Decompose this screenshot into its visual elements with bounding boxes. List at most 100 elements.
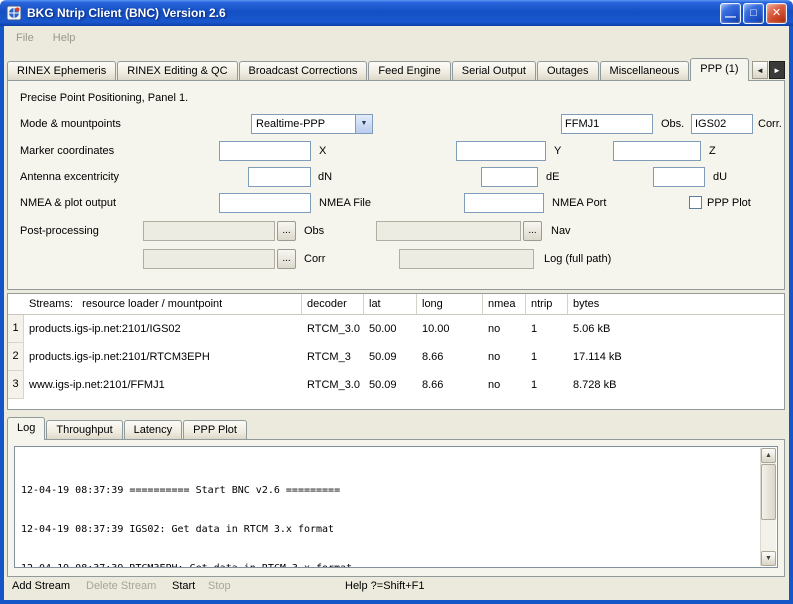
scrollbar-thumb[interactable] bbox=[761, 464, 776, 520]
antenna-de-label: dE bbox=[546, 171, 559, 183]
log-line: 12-04-19 08:37:39 IGS02: Get data in RTC… bbox=[21, 523, 755, 536]
stream-row-1[interactable]: 1 products.igs-ip.net:2101/IGS02 RTCM_3.… bbox=[8, 315, 784, 343]
antenna-du-field[interactable] bbox=[653, 167, 705, 187]
ppp-mode-value: Realtime-PPP bbox=[252, 115, 355, 133]
combo-dropdown-icon[interactable]: ▼ bbox=[355, 115, 372, 133]
post-nav-field[interactable] bbox=[376, 221, 521, 241]
tab-serial-output[interactable]: Serial Output bbox=[452, 61, 536, 80]
antenna-dn-label: dN bbox=[318, 171, 332, 183]
post-corr-field[interactable] bbox=[143, 249, 275, 269]
antenna-de-field[interactable] bbox=[481, 167, 538, 187]
title-bar[interactable]: BKG Ntrip Client (BNC) Version 2.6 — □ ✕ bbox=[0, 0, 793, 26]
cell-nmea: no bbox=[483, 323, 526, 335]
tab-ppp-plot[interactable]: PPP Plot bbox=[183, 420, 247, 439]
app-icon bbox=[6, 5, 22, 21]
ppp-plot-checkbox[interactable] bbox=[689, 196, 702, 209]
col-decoder[interactable]: decoder bbox=[302, 294, 364, 314]
obs-label: Obs. bbox=[661, 118, 684, 130]
stream-row-3[interactable]: 3 www.igs-ip.net:2101/FFMJ1 RTCM_3.0 50.… bbox=[8, 371, 784, 399]
post-obs-label: Obs bbox=[304, 225, 324, 237]
antenna-dn-field[interactable] bbox=[248, 167, 311, 187]
corr-mountpoint-field[interactable] bbox=[691, 114, 753, 134]
marker-y-field[interactable] bbox=[456, 141, 546, 161]
tab-ppp-1[interactable]: PPP (1) bbox=[690, 58, 748, 81]
tab-rinex-editing-qc[interactable]: RINEX Editing & QC bbox=[117, 61, 237, 80]
tab-throughput[interactable]: Throughput bbox=[46, 420, 122, 439]
col-ntrip[interactable]: ntrip bbox=[526, 294, 568, 314]
log-line: 12-04-19 08:37:39 ========== Start BNC v… bbox=[21, 484, 755, 497]
post-log-field[interactable] bbox=[399, 249, 534, 269]
cell-lat: 50.09 bbox=[364, 379, 417, 391]
cell-ntrip: 1 bbox=[526, 379, 568, 391]
scroll-up-icon[interactable]: ▲ bbox=[761, 448, 776, 463]
maximize-button[interactable]: □ bbox=[743, 3, 764, 24]
tab-log[interactable]: Log bbox=[7, 417, 45, 440]
cell-decoder: RTCM_3.0 bbox=[302, 323, 364, 335]
tab-feed-engine[interactable]: Feed Engine bbox=[368, 61, 450, 80]
cell-long: 8.66 bbox=[417, 379, 483, 391]
tab-rinex-ephemeris[interactable]: RINEX Ephemeris bbox=[7, 61, 116, 80]
start-button[interactable]: Start bbox=[172, 580, 195, 592]
minimize-button[interactable]: — bbox=[720, 3, 741, 24]
add-stream-button[interactable]: Add Stream bbox=[12, 580, 70, 592]
col-lat[interactable]: lat bbox=[364, 294, 417, 314]
post-obs-field[interactable] bbox=[143, 221, 275, 241]
log-pane: 12-04-19 08:37:39 ========== Start BNC v… bbox=[7, 439, 785, 577]
log-line: 12-04-19 08:37:39 RTCM3EPH: Get data in … bbox=[21, 562, 755, 567]
cell-ntrip: 1 bbox=[526, 323, 568, 335]
obs-mountpoint-field[interactable] bbox=[561, 114, 653, 134]
ppp-panel: Precise Point Positioning, Panel 1. Mode… bbox=[7, 80, 785, 290]
row-number: 3 bbox=[8, 371, 24, 399]
nmea-file-label: NMEA File bbox=[319, 197, 371, 209]
cell-lat: 50.09 bbox=[364, 351, 417, 363]
action-bar: Add Stream Delete Stream Start Stop Help… bbox=[8, 578, 785, 596]
menu-file[interactable]: File bbox=[8, 29, 42, 44]
ppp-mode-select[interactable]: Realtime-PPP ▼ bbox=[251, 114, 373, 134]
post-corr-browse-button[interactable]: ... bbox=[277, 249, 296, 269]
streams-table: Streams: resource loader / mountpoint de… bbox=[7, 293, 785, 410]
log-output[interactable]: 12-04-19 08:37:39 ========== Start BNC v… bbox=[14, 446, 778, 568]
marker-z-field[interactable] bbox=[613, 141, 701, 161]
col-bytes[interactable]: bytes bbox=[568, 294, 784, 314]
delete-stream-button[interactable]: Delete Stream bbox=[86, 580, 156, 592]
cell-ntrip: 1 bbox=[526, 351, 568, 363]
post-log-label: Log (full path) bbox=[544, 253, 611, 265]
tab-outages[interactable]: Outages bbox=[537, 61, 599, 80]
tab-scroll-right-icon[interactable]: ► bbox=[769, 61, 785, 79]
scroll-down-icon[interactable]: ▼ bbox=[761, 551, 776, 566]
nmea-file-field[interactable] bbox=[219, 193, 311, 213]
cell-bytes: 5.06 kB bbox=[568, 323, 784, 335]
post-nav-browse-button[interactable]: ... bbox=[523, 221, 542, 241]
tab-scroll-left-icon[interactable]: ◄ bbox=[752, 61, 768, 79]
antenna-excentricity-label: Antenna excentricity bbox=[20, 171, 119, 183]
post-nav-label: Nav bbox=[551, 225, 571, 237]
col-resource[interactable]: Streams: resource loader / mountpoint bbox=[24, 294, 302, 314]
tab-broadcast-corrections[interactable]: Broadcast Corrections bbox=[239, 61, 368, 80]
marker-x-field[interactable] bbox=[219, 141, 311, 161]
post-processing-row-1: Post-processing ... Obs ... Nav bbox=[8, 221, 784, 241]
nmea-port-field[interactable] bbox=[464, 193, 544, 213]
cell-resource: products.igs-ip.net:2101/RTCM3EPH bbox=[24, 351, 302, 363]
tab-latency[interactable]: Latency bbox=[124, 420, 183, 439]
log-text: 12-04-19 08:37:39 ========== Start BNC v… bbox=[15, 447, 759, 567]
antenna-du-label: dU bbox=[713, 171, 727, 183]
log-scrollbar[interactable]: ▲ ▼ bbox=[760, 448, 776, 566]
marker-coordinates-row: Marker coordinates X Y Z bbox=[8, 141, 784, 161]
post-obs-browse-button[interactable]: ... bbox=[277, 221, 296, 241]
col-long[interactable]: long bbox=[417, 294, 483, 314]
col-nmea[interactable]: nmea bbox=[483, 294, 526, 314]
tab-scroll-buttons: ◄ ► bbox=[752, 61, 785, 79]
nmea-port-label: NMEA Port bbox=[552, 197, 606, 209]
streams-table-header: Streams: resource loader / mountpoint de… bbox=[8, 294, 784, 315]
menu-help[interactable]: Help bbox=[45, 29, 84, 44]
close-button[interactable]: ✕ bbox=[766, 3, 787, 24]
tab-miscellaneous[interactable]: Miscellaneous bbox=[600, 61, 690, 80]
stop-button[interactable]: Stop bbox=[208, 580, 231, 592]
main-tab-bar: RINEX Ephemeris RINEX Editing & QC Broad… bbox=[7, 57, 785, 80]
window-title: BKG Ntrip Client (BNC) Version 2.6 bbox=[27, 6, 720, 20]
stream-row-2[interactable]: 2 products.igs-ip.net:2101/RTCM3EPH RTCM… bbox=[8, 343, 784, 371]
cell-bytes: 8.728 kB bbox=[568, 379, 784, 391]
cell-nmea: no bbox=[483, 379, 526, 391]
cell-decoder: RTCM_3 bbox=[302, 351, 364, 363]
nmea-plot-output-label: NMEA & plot output bbox=[20, 197, 116, 209]
